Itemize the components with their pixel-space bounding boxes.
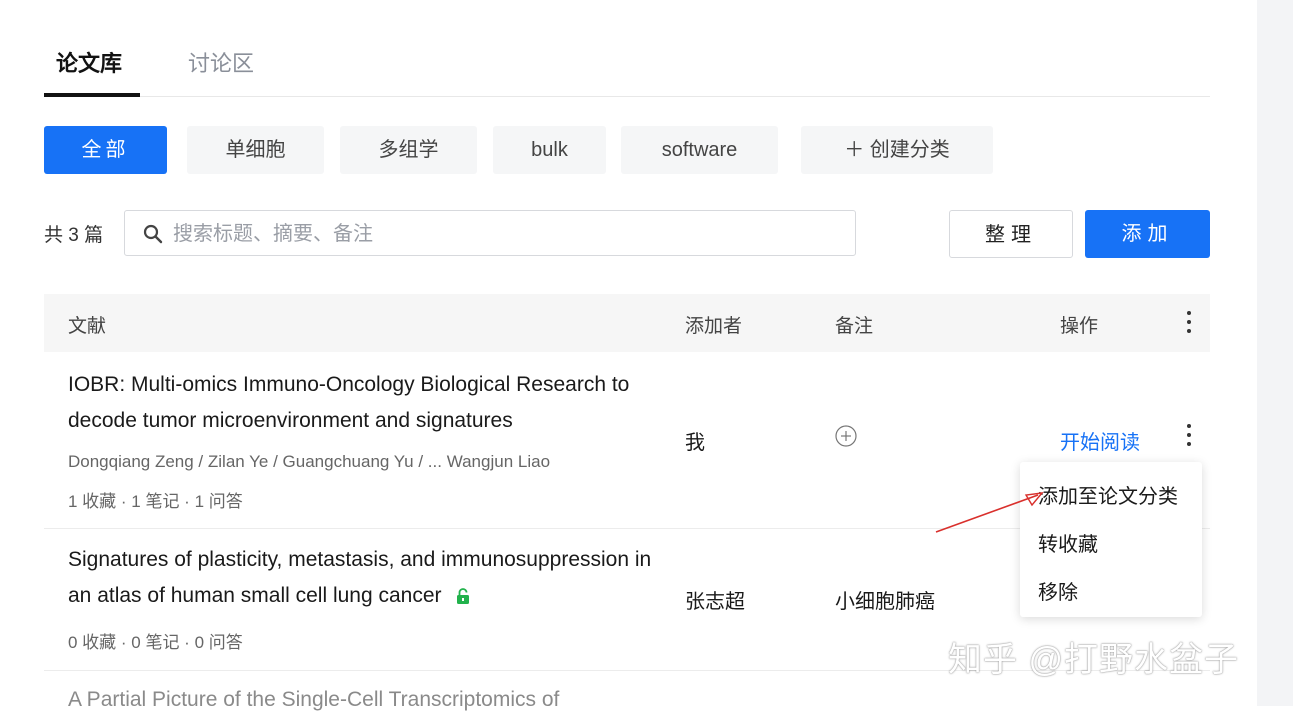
watermark-text: 知乎 @打野水盆子 [948,641,1239,679]
active-tab-indicator [44,93,140,97]
page-scrollbar[interactable] [1257,0,1293,706]
add-note-icon[interactable] [835,425,857,447]
search-icon [143,224,163,244]
adder-name: 我 [685,432,705,454]
organize-button[interactable]: 整理 [949,210,1073,258]
paper-count: 共 3 篇 [44,225,104,246]
add-paper-button[interactable]: 添加 [1085,210,1210,258]
paper-note[interactable]: 小细胞肺癌 [835,585,935,614]
menu-item-remove[interactable]: 移除 [1038,576,1078,605]
paper-title[interactable]: Signatures of plasticity, metastasis, an… [68,542,668,614]
table-header: 文献 添加者 备注 操作 [44,294,1210,352]
column-header-paper: 文献 [68,316,107,337]
paper-stats: 0 收藏 · 0 笔记 · 0 问答 [68,633,243,652]
category-chip-all[interactable]: 全部 [44,126,167,174]
paper-title[interactable]: IOBR: Multi-omics Immuno-Oncology Biolog… [68,367,668,439]
column-header-ops: 操作 [1060,316,1099,337]
adder-name: 张志超 [685,591,745,613]
search-input[interactable] [171,211,845,257]
category-chip-software[interactable]: software [621,126,778,174]
header-more-icon[interactable] [1187,311,1191,338]
paper-title[interactable]: A Partial Picture of the Single-Cell Tra… [68,688,559,712]
column-header-note: 备注 [835,316,874,337]
search-box[interactable] [124,210,856,257]
category-chip-single-cell[interactable]: 单细胞 [187,126,324,174]
start-reading-link[interactable]: 开始阅读 [1060,426,1140,455]
paper-title-text: Signatures of plasticity, metastasis, an… [68,548,652,607]
paper-authors: Dongqiang Zeng / Zilan Ye / Guangchuang … [68,452,551,471]
paper-stats: 1 收藏 · 1 笔记 · 1 问答 [68,492,243,511]
category-chip-bulk[interactable]: bulk [493,126,606,174]
menu-item-add-to-category[interactable]: 添加至论文分类 [1038,480,1178,509]
category-chip-multi-omics[interactable]: 多组学 [340,126,477,174]
tab-paper-library[interactable]: 论文库 [56,46,122,78]
tab-bar: 论文库 讨论区 [44,40,1210,97]
tab-discussion[interactable]: 讨论区 [188,46,254,78]
annotation-arrow-icon [935,492,1044,533]
create-category-button[interactable]: ＋ 创建分类 [801,126,993,174]
row-more-icon[interactable] [1187,424,1191,451]
open-access-lock-icon [456,588,469,605]
column-header-adder: 添加者 [685,316,743,337]
